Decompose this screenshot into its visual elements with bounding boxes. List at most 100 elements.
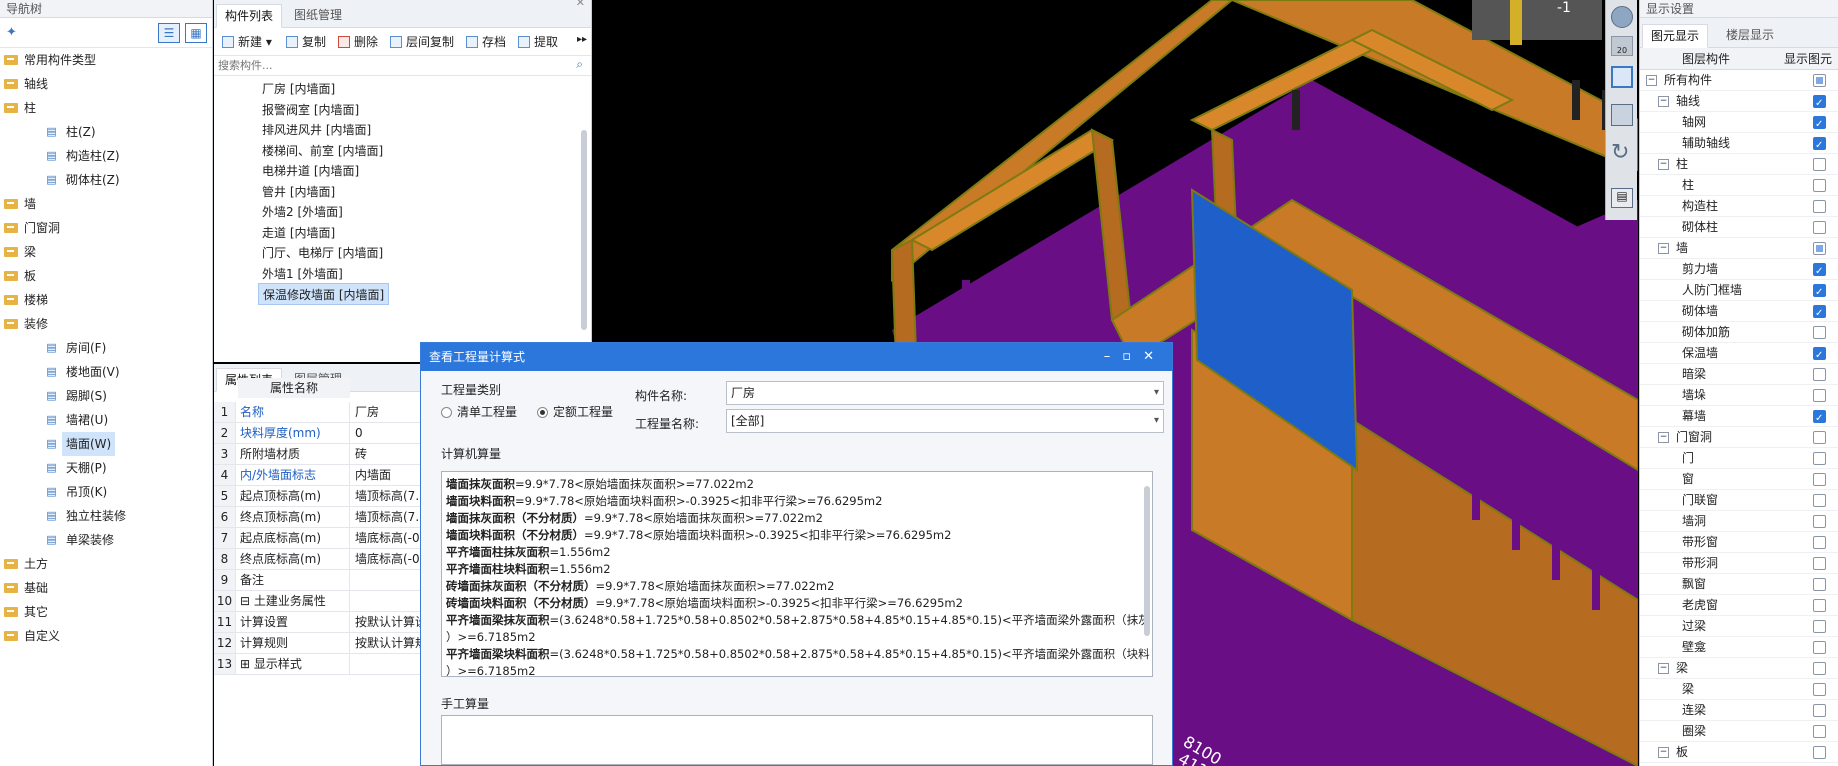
component-list-item[interactable]: 报警阀室 [内墙面]	[258, 99, 363, 121]
floor-icon[interactable]: 20	[1611, 36, 1633, 56]
delete-button[interactable]: 删除	[336, 33, 378, 51]
nav-item[interactable]: ▤ 单梁装修	[0, 528, 212, 552]
list-view-icon[interactable]: ☰	[158, 23, 180, 43]
display-checkbox[interactable]	[1813, 389, 1826, 402]
property-row[interactable]: 7起点底标高(m)墙底标高(-0.05)	[214, 528, 424, 549]
nav-item[interactable]: ▤ 柱(Z)	[0, 120, 212, 144]
nav-item[interactable]: ▤ 楼地面(V)	[0, 360, 212, 384]
component-list-item[interactable]: 管井 [内墙面]	[258, 181, 339, 203]
property-row[interactable]: 13 ⊞ 显示样式	[214, 654, 424, 675]
display-checkbox[interactable]	[1813, 641, 1826, 654]
nav-item[interactable]: 门窗洞	[0, 216, 212, 240]
property-row[interactable]: 3 所附墙材质砖	[214, 444, 424, 465]
display-checkbox[interactable]	[1813, 135, 1826, 156]
more-arrow-icon[interactable]: ▸▸	[577, 34, 587, 45]
display-checkbox[interactable]	[1813, 74, 1826, 87]
collapse-toggle-icon[interactable]: −	[1658, 663, 1669, 674]
nav-item[interactable]: 基础	[0, 576, 212, 600]
component-search-input[interactable]	[214, 56, 554, 74]
component-list-item[interactable]: 电梯井道 [内墙面]	[258, 160, 363, 182]
property-value[interactable]: 内墙面	[353, 465, 424, 485]
nav-item[interactable]: 墙	[0, 192, 212, 216]
component-list-item[interactable]: 门厅、电梯厅 [内墙面]	[258, 242, 387, 264]
display-checkbox[interactable]	[1813, 158, 1826, 171]
display-checkbox[interactable]	[1813, 683, 1826, 696]
display-checkbox[interactable]	[1813, 200, 1826, 213]
nav-item[interactable]: 板	[0, 264, 212, 288]
nav-item[interactable]: ▤ 墙面(W)	[0, 432, 212, 456]
component-name-select[interactable]: 厂房	[726, 381, 1164, 405]
extract-button[interactable]: 提取	[516, 33, 558, 51]
component-list-item[interactable]: 外墙1 [外墙面]	[258, 263, 347, 285]
tab-element-display[interactable]: 图元显示	[1642, 24, 1709, 48]
property-value[interactable]: 按默认计算设置	[353, 612, 424, 632]
close-icon[interactable]: ✕	[1143, 349, 1166, 364]
nav-item[interactable]: 其它	[0, 600, 212, 624]
nav-item[interactable]: ▤ 砌体柱(Z)	[0, 168, 212, 192]
property-value[interactable]: 按默认计算规则	[353, 633, 424, 653]
globe-icon[interactable]	[1611, 6, 1633, 28]
display-checkbox[interactable]	[1813, 114, 1826, 135]
nav-item[interactable]: ▤ 房间(F)	[0, 336, 212, 360]
component-list-item[interactable]: 排风进风井 [内墙面]	[258, 119, 375, 141]
display-checkbox[interactable]	[1813, 494, 1826, 507]
display-checkbox[interactable]	[1813, 599, 1826, 612]
property-row[interactable]: 5起点顶标高(m)墙顶标高(7.85)	[214, 486, 424, 507]
component-list-item[interactable]: 保温修改墙面 [内墙面]	[258, 283, 390, 305]
property-value[interactable]: 墙底标高(-0.05)	[353, 528, 424, 548]
radio-quota[interactable]: 定额工程量	[537, 403, 613, 420]
display-checkbox[interactable]	[1813, 746, 1826, 759]
display-checkbox[interactable]	[1813, 431, 1826, 444]
display-checkbox[interactable]	[1813, 179, 1826, 192]
component-list-item[interactable]: 厂房 [内墙面]	[258, 78, 339, 100]
quantity-name-select[interactable]: [全部]	[726, 409, 1164, 433]
display-checkbox[interactable]	[1813, 704, 1826, 717]
collapse-toggle-icon[interactable]: −	[1658, 243, 1669, 254]
display-checkbox[interactable]	[1813, 452, 1826, 465]
nav-item[interactable]: 轴线	[0, 72, 212, 96]
display-checkbox[interactable]	[1813, 221, 1826, 234]
collapse-toggle-icon[interactable]: −	[1658, 159, 1669, 170]
property-value[interactable]: 砖	[353, 444, 424, 464]
display-checkbox[interactable]	[1813, 536, 1826, 549]
floor-copy-button[interactable]: 层间复制	[388, 33, 454, 51]
display-checkbox[interactable]	[1813, 261, 1826, 282]
nav-item[interactable]: 楼梯	[0, 288, 212, 312]
display-checkbox[interactable]	[1813, 93, 1826, 114]
property-row[interactable]: 1 名称 厂房	[214, 402, 424, 423]
display-checkbox[interactable]	[1813, 282, 1826, 303]
radio-bill[interactable]: 清单工程量	[441, 403, 517, 420]
grid-icon[interactable]: ▤	[1611, 188, 1633, 208]
maximize-icon[interactable]: ▫	[1122, 349, 1143, 364]
nav-item[interactable]: ▤ 墙裙(U)	[0, 408, 212, 432]
display-checkbox[interactable]	[1813, 515, 1826, 528]
property-row[interactable]: 8终点底标高(m)墙底标高(-0.05)	[214, 549, 424, 570]
display-checkbox[interactable]	[1813, 473, 1826, 486]
nav-item[interactable]: 装修	[0, 312, 212, 336]
display-checkbox[interactable]	[1813, 662, 1826, 675]
search-icon[interactable]: ⌕	[576, 57, 583, 72]
nav-item[interactable]: 自定义	[0, 624, 212, 648]
display-checkbox[interactable]	[1813, 242, 1826, 255]
minimize-icon[interactable]: –	[1104, 349, 1123, 364]
property-row[interactable]: 4 内/外墙面标志 内墙面	[214, 465, 424, 486]
archive-button[interactable]: 存档	[464, 33, 506, 51]
formula-textarea[interactable]: 墙面抹灰面积=9.9*7.78<原始墙面抹灰面积>=77.022m2 墙面块料面积…	[441, 471, 1153, 677]
radio-bill-circle[interactable]	[441, 407, 452, 418]
nav-item[interactable]: 柱	[0, 96, 212, 120]
property-row[interactable]: 9 备注	[214, 570, 424, 591]
display-checkbox[interactable]	[1813, 578, 1826, 591]
property-row[interactable]: 10 ⊟ 土建业务属性	[214, 591, 424, 612]
tab-component-list[interactable]: 构件列表	[216, 4, 283, 28]
cube-icon[interactable]	[1611, 104, 1633, 126]
display-checkbox[interactable]	[1813, 303, 1826, 324]
property-value[interactable]: 0	[353, 423, 424, 443]
nav-item[interactable]: 梁	[0, 240, 212, 264]
formula-scrollbar[interactable]	[1144, 486, 1150, 636]
collapse-toggle-icon[interactable]: −	[1646, 75, 1657, 86]
display-checkbox[interactable]	[1813, 557, 1826, 570]
display-checkbox[interactable]	[1813, 725, 1826, 738]
nav-item[interactable]: ▤ 吊顶(K)	[0, 480, 212, 504]
component-list-item[interactable]: 走道 [内墙面]	[258, 222, 339, 244]
property-value[interactable]: 厂房	[353, 402, 424, 422]
